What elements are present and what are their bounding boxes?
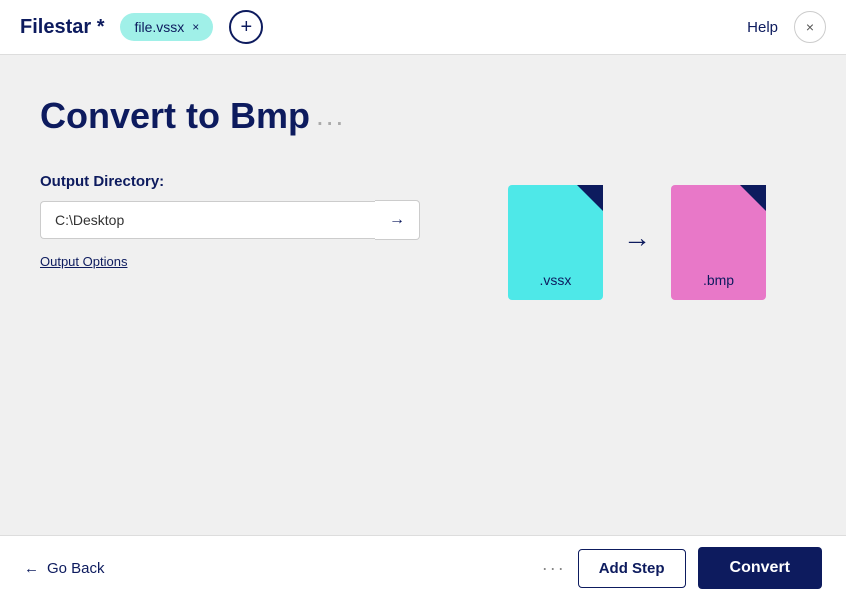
conversion-visual: .vssx → .bmp bbox=[508, 185, 766, 300]
go-back-label: Go Back bbox=[47, 560, 105, 577]
page-title-text: Convert to Bmp bbox=[40, 95, 310, 137]
output-directory-row: → bbox=[40, 200, 420, 240]
page-title: Convert to Bmp ... bbox=[40, 95, 806, 137]
arrow-icon: → bbox=[623, 222, 651, 254]
source-file-corner bbox=[577, 185, 603, 211]
header-left: Filestar * file.vssx × + bbox=[20, 10, 263, 44]
output-section: Output Directory: → Output Options bbox=[40, 173, 420, 269]
tab-close-icon[interactable]: × bbox=[192, 21, 199, 33]
output-options-link[interactable]: Output Options bbox=[40, 254, 420, 269]
back-arrow-icon: ← bbox=[24, 560, 39, 577]
footer-right: ··· Add Step Convert bbox=[542, 547, 822, 589]
arrow-right-icon: → bbox=[389, 211, 405, 229]
file-tab[interactable]: file.vssx × bbox=[120, 13, 213, 41]
convert-button[interactable]: Convert bbox=[698, 547, 822, 589]
output-directory-label: Output Directory: bbox=[40, 173, 420, 190]
close-button[interactable]: × bbox=[794, 11, 826, 43]
tab-label: file.vssx bbox=[134, 19, 184, 35]
conversion-arrow: → bbox=[623, 222, 651, 254]
title-dots: ... bbox=[316, 100, 345, 132]
add-tab-button[interactable]: + bbox=[229, 10, 263, 44]
footer: ← Go Back ··· Add Step Convert bbox=[0, 535, 846, 600]
source-file-icon: .vssx bbox=[508, 185, 603, 300]
app-title: Filestar * bbox=[20, 16, 104, 39]
header-right: Help × bbox=[747, 11, 826, 43]
output-directory-input[interactable] bbox=[40, 201, 375, 239]
more-options-dots[interactable]: ··· bbox=[542, 558, 566, 579]
source-file-label: .vssx bbox=[540, 272, 572, 288]
target-file-label: .bmp bbox=[703, 272, 734, 288]
close-icon: × bbox=[806, 19, 814, 35]
main-content: Convert to Bmp ... Output Directory: → O… bbox=[0, 55, 846, 535]
help-link[interactable]: Help bbox=[747, 19, 778, 36]
add-step-button[interactable]: Add Step bbox=[578, 549, 686, 588]
app-header: Filestar * file.vssx × + Help × bbox=[0, 0, 846, 55]
target-file-icon: .bmp bbox=[671, 185, 766, 300]
plus-icon: + bbox=[240, 16, 252, 39]
target-file-corner bbox=[740, 185, 766, 211]
output-directory-browse-button[interactable]: → bbox=[375, 200, 420, 240]
go-back-button[interactable]: ← Go Back bbox=[24, 560, 105, 577]
